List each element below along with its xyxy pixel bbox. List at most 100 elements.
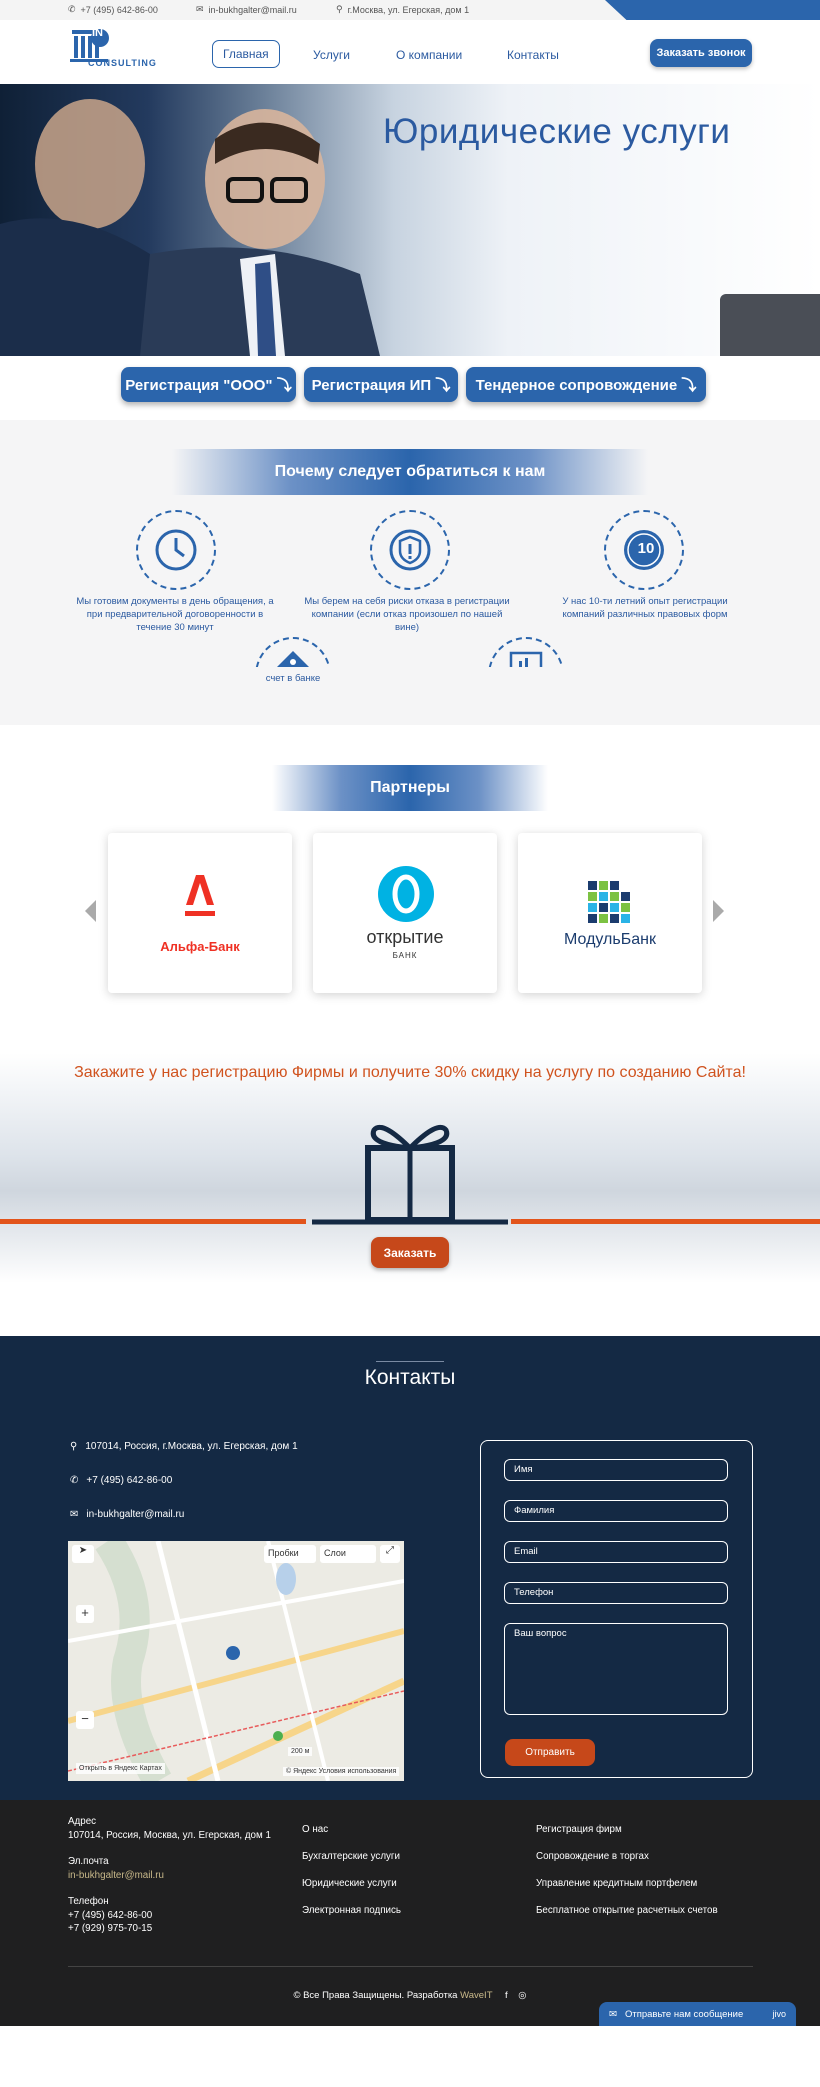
chart-icon: [488, 637, 568, 667]
surname-field[interactable]: Фамилия: [504, 1500, 728, 1522]
clock-icon: [136, 510, 216, 590]
footer-link-about[interactable]: О нас: [302, 1823, 328, 1836]
partner-card-alfa[interactable]: Альфа-Банк: [108, 833, 292, 993]
question-textarea[interactable]: Ваш вопрос: [504, 1623, 728, 1715]
partner-card-otkritie[interactable]: открытие БАНК: [313, 833, 497, 993]
promo-text: Закажите у нас регистрацию Фирмы и получ…: [74, 1064, 746, 1081]
chat-widget[interactable]: ✉ Отправьте нам сообщение jivo: [599, 2002, 796, 2026]
why-partial-caption: счет в банке: [265, 673, 321, 684]
map-open-link[interactable]: Открыть в Яндекс Картах: [76, 1763, 165, 1774]
contact-phone[interactable]: ✆ +7 (495) 642-86-00: [70, 1475, 172, 1486]
mail-icon: ✉: [196, 4, 204, 14]
footer-link-accounts[interactable]: Бесплатное открытие расчетных счетов: [536, 1904, 718, 1917]
logo-top-text: IN: [92, 27, 103, 39]
footer-link-credit[interactable]: Управление кредитным портфелем: [536, 1877, 697, 1890]
map-fullscreen-icon[interactable]: ⤢: [380, 1545, 400, 1563]
gift-icon: [312, 1124, 508, 1225]
partner-sub-otkritie: БАНК: [392, 951, 418, 960]
why-text-3: У нас 10-ти летний опыт регистрации комп…: [562, 596, 728, 620]
map-layers-button[interactable]: Слои: [320, 1545, 376, 1563]
footer-email[interactable]: in-bukhgalter@mail.ru: [68, 1869, 164, 1882]
alfa-logo-icon: [185, 875, 215, 916]
phone-icon: ✆: [68, 4, 76, 14]
mail-icon: ✉: [70, 1509, 79, 1520]
service-ip-button[interactable]: Регистрация ИП ⤵: [304, 367, 458, 402]
instagram-icon[interactable]: ◎: [518, 1990, 526, 2001]
submit-button[interactable]: Отправить: [505, 1739, 595, 1766]
footer-email-label: Эл.почта: [68, 1856, 109, 1867]
topbar-accent: [605, 0, 820, 20]
contact-address: ⚲ 107014, Россия, г.Москва, ул. Егерская…: [70, 1441, 298, 1452]
partner-card-modul[interactable]: МодульБанк: [518, 833, 702, 993]
partner-name-otkritie: открытие: [366, 927, 444, 947]
carousel-prev-icon[interactable]: [85, 900, 96, 922]
nav-home[interactable]: Главная: [212, 40, 280, 68]
bank-icon: [255, 637, 335, 667]
footer-copyright: © Все Права Защищены. Разработка WaveIT …: [293, 1990, 527, 2001]
phone-field[interactable]: Телефон: [504, 1582, 728, 1604]
map-canvas: [68, 1541, 404, 1781]
modulbank-logo-icon: [588, 881, 630, 923]
facebook-icon[interactable]: f: [505, 1990, 508, 2001]
footer-phone-label: Телефон: [68, 1896, 109, 1907]
badge-10-icon: 10: [604, 510, 684, 590]
developer-link[interactable]: WaveIT: [460, 1990, 492, 2001]
contact-email[interactable]: ✉ in-bukhgalter@mail.ru: [70, 1509, 184, 1520]
why-us-title: Почему следует обратиться к нам: [172, 449, 648, 495]
logo-bottom-text: CONSULTING: [88, 58, 157, 68]
service-llc-button[interactable]: Регистрация "ООО" ⤵: [121, 367, 296, 402]
carousel-next-icon[interactable]: [713, 900, 724, 922]
nav-about[interactable]: О компании: [386, 43, 472, 67]
shield-icon: [370, 510, 450, 590]
contacts-title-line: [376, 1361, 444, 1362]
why-text-2: Мы берем на себя риски отказа в регистра…: [304, 596, 510, 633]
partners-title: Партнеры: [272, 765, 548, 811]
phone-icon: ✆: [70, 1475, 79, 1486]
otkritie-logo-icon: [378, 866, 434, 922]
jivo-logo: jivo: [772, 2009, 786, 2019]
map-traffic-button[interactable]: Пробки: [264, 1545, 316, 1563]
footer-separator: [68, 1966, 753, 1967]
footer-link-tenders[interactable]: Сопровождение в торгах: [536, 1850, 649, 1863]
hero-title: Юридические услуги: [383, 112, 731, 151]
contact-form: [480, 1440, 753, 1778]
logo-icon: [70, 29, 109, 62]
service-tender-button[interactable]: Тендерное сопровождение ⤵: [466, 367, 706, 402]
location-icon: ⚲: [336, 4, 343, 14]
why-text-1: Мы готовим документы в день обращения, а…: [76, 596, 274, 633]
email-field[interactable]: Email: [504, 1541, 728, 1563]
topbar-email[interactable]: ✉ in-bukhgalter@mail.ru: [196, 4, 297, 15]
promo-line-left: [0, 1219, 306, 1224]
footer-link-registration[interactable]: Регистрация фирм: [536, 1823, 622, 1836]
map-locate-icon[interactable]: ➤: [72, 1545, 94, 1563]
nav-services[interactable]: Услуги: [303, 43, 360, 67]
location-icon: ⚲: [70, 1441, 78, 1452]
map-scale: 200 м: [288, 1747, 313, 1756]
topbar-address: ⚲ г.Москва, ул. Егерская, дом 1: [336, 4, 470, 15]
top-bar: ✆ +7 (495) 642-86-00 ✉ in-bukhgalter@mai…: [0, 0, 820, 20]
footer-address: 107014, Россия, Москва, ул. Егерская, до…: [68, 1830, 271, 1841]
footer-link-legal[interactable]: Юридические услуги: [302, 1877, 397, 1890]
footer-address-label: Адрес: [68, 1816, 97, 1827]
chat-mail-icon: ✉: [609, 2008, 617, 2020]
footer-phone-1[interactable]: +7 (495) 642-86-00: [68, 1909, 152, 1922]
footer-phone-2[interactable]: +7 (929) 975-70-15: [68, 1922, 152, 1935]
logo[interactable]: IN CONSULTING: [68, 26, 158, 76]
map-zoom-out-icon[interactable]: −: [76, 1711, 94, 1729]
contacts-title: Контакты: [364, 1366, 456, 1389]
partner-name-modul: МодульБанк: [564, 931, 656, 948]
topbar-phone[interactable]: ✆ +7 (495) 642-86-00: [68, 4, 158, 15]
map-copyright: © Яндекс Условия использования: [283, 1767, 400, 1776]
partner-name-alfa: Альфа-Банк: [160, 939, 240, 954]
nav-contacts[interactable]: Контакты: [497, 43, 569, 67]
promo-line-right: [511, 1219, 820, 1224]
badge-number: 10: [637, 540, 655, 557]
yandex-map[interactable]: ➤ Пробки Слои ⤢ + − Открыть в Яндекс Кар…: [68, 1541, 404, 1781]
order-call-button[interactable]: Заказать звонок: [650, 39, 752, 67]
footer-link-signature[interactable]: Электронная подпись: [302, 1904, 401, 1917]
map-terms-link[interactable]: Условия использования: [319, 1768, 397, 1775]
promo-order-button[interactable]: Заказать: [371, 1237, 449, 1268]
name-field[interactable]: Имя: [504, 1459, 728, 1481]
map-zoom-in-icon[interactable]: +: [76, 1605, 94, 1623]
footer-link-accounting[interactable]: Бухгалтерские услуги: [302, 1850, 400, 1863]
